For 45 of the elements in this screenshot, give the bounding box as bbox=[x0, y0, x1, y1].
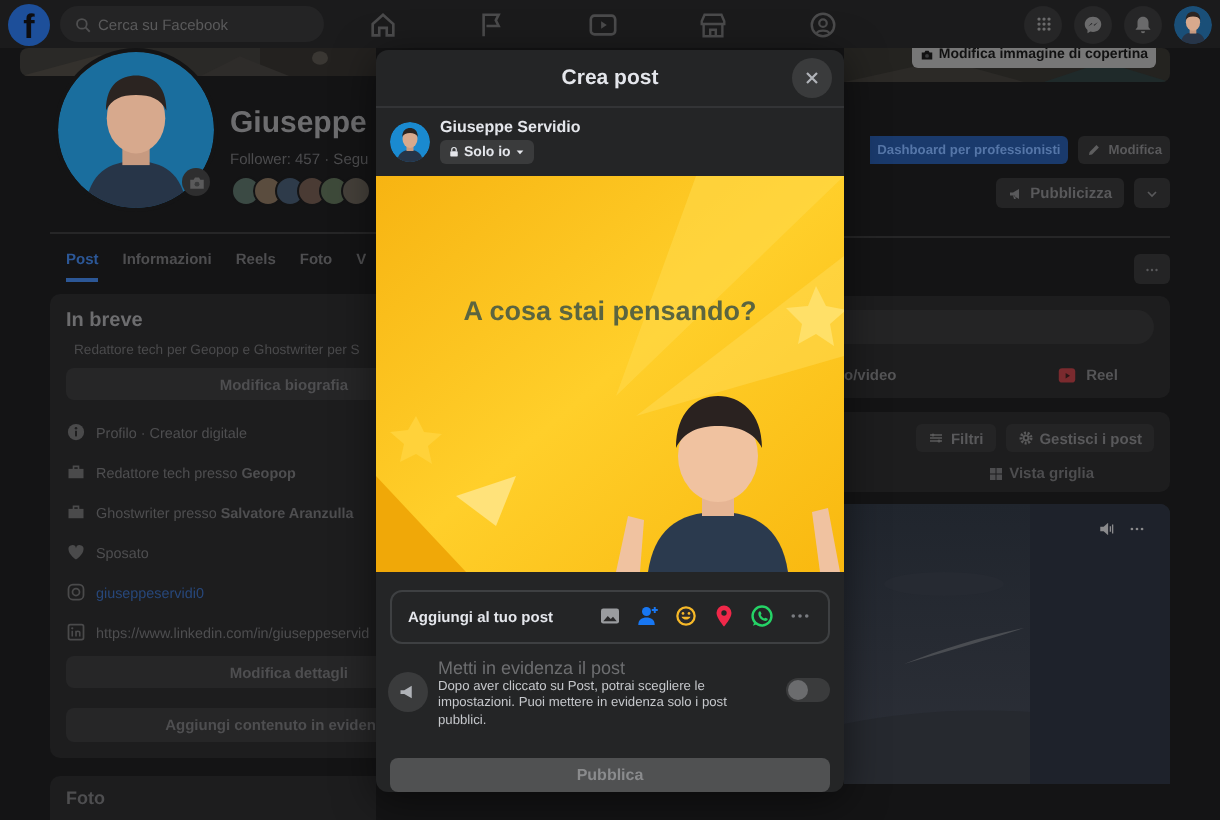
profile-name: Giuseppe bbox=[230, 104, 369, 145]
menu-icon bbox=[1033, 14, 1053, 34]
close-button[interactable] bbox=[792, 58, 832, 98]
author-name: Giuseppe Servidio bbox=[440, 118, 581, 136]
facebook-logo[interactable]: f bbox=[8, 3, 50, 45]
chevron-icon bbox=[1144, 185, 1160, 201]
location-pin-icon[interactable] bbox=[712, 604, 736, 629]
reel-icon bbox=[1056, 364, 1079, 386]
info-icon bbox=[66, 422, 86, 442]
briefcase-icon bbox=[66, 462, 86, 482]
chat-bubble-icon bbox=[1082, 13, 1104, 35]
group-icon[interactable] bbox=[808, 9, 838, 39]
linkedin-icon bbox=[66, 622, 86, 642]
post-input-field[interactable] bbox=[844, 310, 1154, 344]
change-photo-button[interactable] bbox=[182, 168, 210, 197]
caret-icon bbox=[514, 146, 527, 158]
megaphone-icon bbox=[398, 681, 418, 702]
close-icon bbox=[802, 68, 822, 88]
tag-person-icon[interactable] bbox=[636, 604, 660, 629]
megaphone-icon bbox=[1008, 185, 1025, 201]
bell-icon bbox=[1132, 13, 1154, 35]
briefcase-icon bbox=[66, 502, 86, 522]
heart-icon bbox=[66, 542, 86, 562]
photo-icon[interactable] bbox=[598, 604, 622, 629]
pencil-icon bbox=[1086, 142, 1103, 158]
boost-title: Metti in evidenza il post bbox=[438, 657, 628, 678]
lock-icon bbox=[448, 146, 460, 158]
whatsapp-icon[interactable] bbox=[750, 604, 774, 629]
dialog-title: Crea post bbox=[561, 66, 659, 90]
instagram-icon bbox=[66, 582, 86, 602]
filter-icon bbox=[928, 430, 945, 446]
camera-icon bbox=[187, 173, 205, 192]
video-icon[interactable] bbox=[588, 9, 618, 39]
section-title: In breve bbox=[66, 310, 145, 332]
messenger-button[interactable] bbox=[1074, 5, 1112, 43]
menu-button[interactable] bbox=[1024, 5, 1062, 43]
home-icon[interactable] bbox=[368, 9, 398, 39]
settings-icon bbox=[1017, 430, 1034, 446]
store-icon[interactable] bbox=[698, 9, 728, 39]
grid-icon bbox=[987, 465, 1004, 481]
notifications-button[interactable] bbox=[1124, 5, 1162, 43]
search-icon bbox=[74, 15, 92, 33]
smiley-icon[interactable] bbox=[674, 604, 698, 629]
boost-toggle[interactable] bbox=[786, 677, 830, 702]
speaker-icon[interactable] bbox=[1098, 520, 1116, 538]
